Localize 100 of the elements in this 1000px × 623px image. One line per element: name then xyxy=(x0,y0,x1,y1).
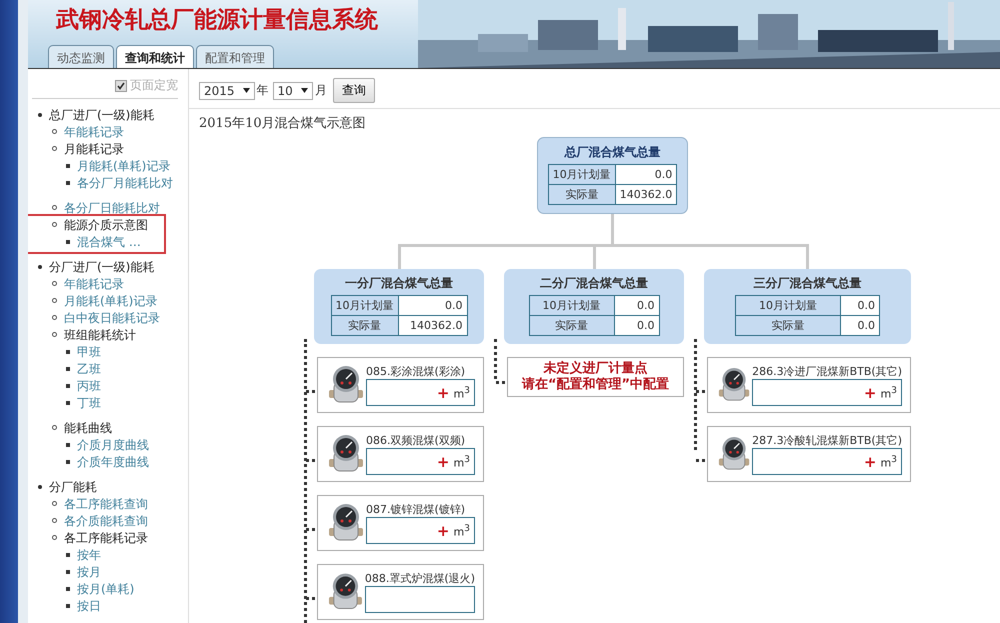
label-cell: 10月计划量 xyxy=(331,296,398,316)
sidebar-heading[interactable]: 分厂进厂(一级)能耗 xyxy=(49,260,154,274)
bullet-icon xyxy=(52,425,57,430)
bullet-icon xyxy=(52,222,57,228)
sidebar-link[interactable]: 月能耗(单耗)记录 xyxy=(64,294,158,308)
bullet-icon xyxy=(66,180,70,185)
label-cell: 实际量 xyxy=(529,316,614,336)
query-button[interactable]: 查询 xyxy=(332,78,375,103)
value-cell: 0.0 xyxy=(614,296,659,316)
value-cell: 140362.0 xyxy=(615,184,677,204)
bullet-icon xyxy=(66,400,70,405)
bullet-icon xyxy=(52,205,57,210)
label-cell: 10月计划量 xyxy=(548,164,616,184)
bullet-icon xyxy=(52,332,57,338)
meter-name: 286.3冷进厂混煤新BTB(其它) xyxy=(752,364,902,379)
sidebar-heading[interactable]: 月能耗记录 xyxy=(64,142,124,156)
tab[interactable]: 查询和统计 xyxy=(116,45,194,68)
meter-name: 088.罩式炉混煤(退火) xyxy=(364,571,475,586)
bullet-icon xyxy=(66,604,70,608)
label-cell: 实际量 xyxy=(331,316,398,336)
plus-sign: + xyxy=(436,452,450,470)
value-cell: 0.0 xyxy=(614,316,659,336)
label-cell: 10月计划量 xyxy=(736,296,840,316)
label-cell: 实际量 xyxy=(736,316,840,336)
bullet-icon xyxy=(52,129,57,134)
bullet-icon xyxy=(52,518,57,524)
sidebar-link[interactable]: 混合煤气 … xyxy=(77,235,141,249)
unit-label: m$^{3}$ xyxy=(453,384,470,400)
value-field[interactable]: + m$^{3}$ xyxy=(366,379,475,406)
sidebar-link[interactable]: 各分厂月能耗比对 xyxy=(77,176,173,190)
bullet-icon xyxy=(66,240,70,244)
value-cell: 0.0 xyxy=(398,296,467,316)
unit-label: m$^{3}$ xyxy=(453,454,470,470)
sidebar-link[interactable]: 介质月度曲线 xyxy=(77,438,149,452)
sidebar-link[interactable]: 各工序能耗查询 xyxy=(64,497,148,511)
bullet-icon xyxy=(66,384,70,388)
label-cell: 实际量 xyxy=(548,184,616,204)
sidebar-link[interactable]: 年能耗记录 xyxy=(64,125,124,139)
unit-label: m$^{3}$ xyxy=(880,454,897,470)
meter-name: 087.镀锌混煤(镀锌) xyxy=(366,502,466,517)
bullet-icon xyxy=(66,570,70,574)
bullet-icon xyxy=(38,484,42,489)
value-field[interactable]: + m$^{3}$ xyxy=(752,448,902,475)
bullet-icon xyxy=(52,281,57,286)
unit-label: m$^{3}$ xyxy=(453,522,470,538)
value-field[interactable]: + m$^{3}$ xyxy=(366,517,475,544)
sidebar-link[interactable]: 介质年度曲线 xyxy=(77,455,149,469)
plus-sign: + xyxy=(436,384,450,402)
value-field[interactable] xyxy=(364,586,475,613)
plus-sign: + xyxy=(436,522,450,540)
sidebar-link[interactable]: 按月(单耗) xyxy=(77,582,134,596)
value-field[interactable]: + m$^{3}$ xyxy=(752,379,902,406)
sidebar-link[interactable]: 各分厂日能耗比对 xyxy=(64,201,160,215)
unit-label: m$^{3}$ xyxy=(880,384,897,400)
sidebar-heading[interactable]: 各工序能耗记录 xyxy=(64,531,148,545)
diagram-caption: 2015年10月混合煤气示意图 xyxy=(198,115,367,133)
bullet-icon xyxy=(52,298,57,304)
caret-icon xyxy=(300,88,308,93)
year-label: 年 xyxy=(256,82,269,99)
sidebar-heading[interactable]: 能耗曲线 xyxy=(64,421,112,435)
sidebar-heading[interactable]: 分厂能耗 xyxy=(49,480,97,494)
sidebar-link[interactable]: 按月 xyxy=(77,565,101,579)
sidebar-link[interactable]: 乙班 xyxy=(77,362,101,376)
bullet-icon xyxy=(66,442,70,447)
plus-sign: + xyxy=(864,384,876,402)
checkbox[interactable] xyxy=(115,80,127,92)
tab[interactable]: 动态监测 xyxy=(48,45,114,68)
tab[interactable]: 配置和管理 xyxy=(196,45,274,68)
node-title: 三分厂混合煤气总量 xyxy=(754,275,862,292)
value-cell: 0.0 xyxy=(615,164,677,184)
sidebar-link[interactable]: 月能耗(单耗)记录 xyxy=(77,159,170,173)
sidebar-link[interactable]: 各介质能耗查询 xyxy=(64,514,148,528)
sidebar-link[interactable]: 年能耗记录 xyxy=(64,277,124,291)
bullet-icon xyxy=(52,535,57,540)
bullet-icon xyxy=(52,146,57,152)
sidebar-link[interactable]: 丁班 xyxy=(77,396,101,410)
sidebar-heading[interactable]: 能源介质示意图 xyxy=(64,218,148,232)
node-title: 总厂混合煤气总量 xyxy=(564,144,660,161)
bullet-icon xyxy=(66,552,70,557)
caret-icon xyxy=(242,88,250,93)
meter-name: 085.彩涂混煤(彩涂) xyxy=(366,364,466,379)
sidebar-link[interactable]: 按日 xyxy=(77,599,101,613)
value-cell: 0.0 xyxy=(840,316,880,336)
sidebar-heading[interactable]: 总厂进厂(一级)能耗 xyxy=(49,108,154,122)
label-cell: 10月计划量 xyxy=(529,296,614,316)
app-title: 武钢冷轧总厂能源计量信息系统 xyxy=(56,6,378,35)
sidebar-link[interactable]: 甲班 xyxy=(77,345,101,359)
notice-text: 未定义进厂计量点 xyxy=(542,361,648,377)
month-select[interactable]: 10 xyxy=(272,82,313,100)
value-field[interactable]: + m$^{3}$ xyxy=(366,448,475,475)
node-title: 二分厂混合煤气总量 xyxy=(540,275,648,292)
sidebar-link[interactable]: 白中夜日能耗记录 xyxy=(64,311,160,325)
bullet-icon xyxy=(66,586,70,591)
value-cell: 140362.0 xyxy=(398,316,467,336)
year-select[interactable]: 2015 xyxy=(199,82,255,100)
sidebar-link[interactable]: 丙班 xyxy=(77,379,101,393)
sidebar-link[interactable]: 按年 xyxy=(77,548,101,562)
sidebar-heading[interactable]: 班组能耗统计 xyxy=(64,328,136,342)
bullet-icon xyxy=(52,501,57,506)
meter-name: 086.双频混煤(双频) xyxy=(366,433,466,448)
